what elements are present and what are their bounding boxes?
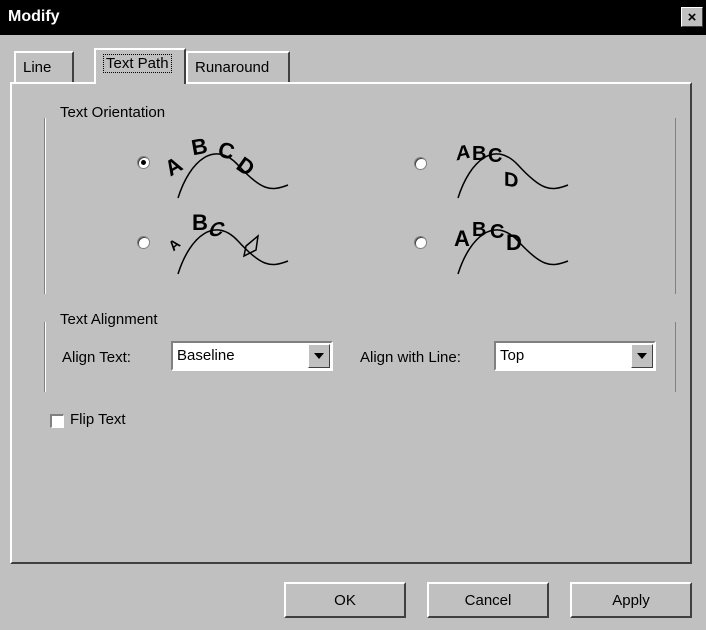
align-text-select[interactable]: Baseline [171, 341, 333, 371]
svg-text:B: B [472, 219, 486, 241]
cancel-button[interactable]: Cancel [427, 582, 549, 618]
svg-text:C: C [488, 145, 502, 167]
orientation-radio-2[interactable] [414, 157, 427, 170]
tab-line[interactable]: Line [14, 51, 74, 83]
ok-button[interactable]: OK [284, 582, 406, 618]
align-with-line-value: Top [500, 347, 525, 364]
svg-text:D: D [504, 168, 518, 192]
svg-text:B: B [472, 143, 486, 165]
text-alignment-label: Text Alignment [56, 311, 162, 328]
tab-text-path-label: Text Path [103, 54, 172, 73]
flip-text-checkbox[interactable] [50, 414, 64, 428]
chevron-down-icon[interactable] [631, 344, 653, 368]
orientation-radio-4[interactable] [414, 236, 427, 249]
title-bar: Modify × [0, 0, 706, 35]
close-button[interactable]: × [681, 7, 703, 27]
flip-text-label[interactable]: Flip Text [70, 411, 126, 428]
orientation-sample-ribbon[interactable]: A B C [160, 206, 290, 278]
close-icon: × [687, 9, 697, 26]
align-text-value: Baseline [177, 347, 235, 364]
svg-text:C: C [205, 219, 228, 241]
svg-text:D: D [506, 230, 522, 255]
svg-text:A: A [165, 235, 183, 254]
align-with-line-label: Align with Line: [360, 349, 461, 366]
tab-text-path[interactable]: Text Path [94, 48, 186, 84]
align-text-label: Align Text: [62, 349, 131, 366]
orientation-sample-skewed[interactable]: A B C D [440, 130, 570, 200]
tab-runaround-label: Runaround [195, 59, 270, 76]
svg-text:C: C [490, 221, 504, 243]
chevron-down-icon[interactable] [308, 344, 330, 368]
apply-button[interactable]: Apply [570, 582, 692, 618]
text-orientation-label: Text Orientation [56, 104, 170, 121]
svg-text:A: A [454, 226, 470, 251]
svg-text:A: A [160, 151, 186, 181]
orientation-radio-3[interactable] [137, 236, 150, 249]
svg-text:B: B [192, 210, 208, 235]
window-title: Modify [8, 8, 60, 25]
orientation-radio-1[interactable] [137, 156, 150, 169]
tab-runaround[interactable]: Runaround [186, 51, 290, 83]
svg-text:D: D [232, 152, 259, 182]
align-with-line-select[interactable]: Top [494, 341, 656, 371]
svg-text:A: A [456, 141, 471, 166]
orientation-sample-stair[interactable]: A B C D [440, 206, 570, 278]
orientation-sample-rotated[interactable]: A B C D [160, 130, 290, 200]
tab-line-label: Line [23, 59, 52, 76]
svg-text:B: B [189, 133, 209, 160]
